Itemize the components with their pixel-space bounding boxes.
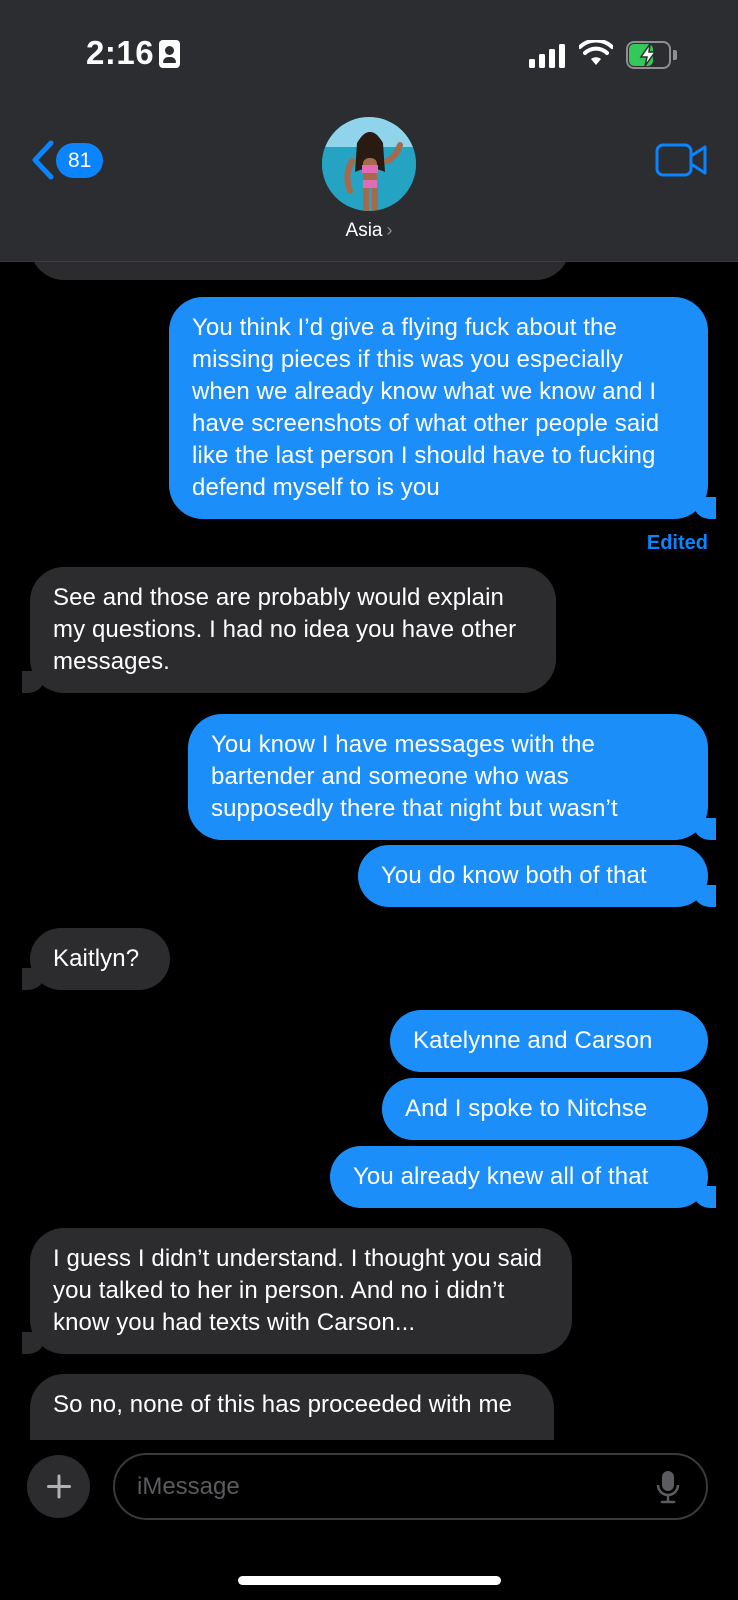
back-chevron-icon[interactable] bbox=[30, 140, 56, 180]
contact-name-button[interactable]: Asia › bbox=[0, 220, 738, 242]
battery-charging-icon bbox=[626, 41, 677, 69]
conversation-header: 2:16 81 Asia › bbox=[0, 0, 738, 262]
message-bubble-received[interactable]: Kaitlyn? bbox=[22, 928, 170, 990]
message-bubble-received[interactable]: See and those are probably would explain… bbox=[22, 567, 556, 693]
message-bubble-sent[interactable]: You already knew all of that bbox=[330, 1146, 716, 1208]
contact-name: Asia bbox=[345, 220, 383, 241]
message-bubble-received[interactable]: I guess I didn’t understand. I thought y… bbox=[22, 1228, 572, 1354]
plus-icon[interactable] bbox=[27, 1455, 90, 1518]
microphone-icon[interactable] bbox=[656, 1470, 680, 1504]
message-bubble-sent[interactable]: Katelynne and Carson bbox=[390, 1010, 708, 1072]
imessage-input[interactable] bbox=[113, 1453, 708, 1520]
message-bubble-sent[interactable]: You do know both of that bbox=[358, 845, 716, 907]
message-bubble-sent[interactable]: You think I’d give a flying fuck about t… bbox=[169, 297, 716, 519]
edited-label: Edited bbox=[646, 532, 708, 554]
focus-contact-icon bbox=[159, 40, 180, 68]
wifi-icon bbox=[579, 40, 613, 65]
contact-avatar[interactable] bbox=[322, 117, 416, 211]
home-indicator[interactable] bbox=[238, 1576, 501, 1585]
status-time: 2:16 bbox=[86, 34, 155, 71]
message-bubble-sent[interactable]: You know I have messages with the barten… bbox=[188, 714, 716, 840]
message-bubble-sent[interactable]: And I spoke to Nitchse bbox=[382, 1078, 708, 1140]
video-call-icon[interactable] bbox=[655, 143, 707, 177]
cellular-signal-icon bbox=[529, 42, 565, 68]
unread-count-badge[interactable]: 81 bbox=[56, 143, 104, 178]
chevron-right-icon: › bbox=[386, 220, 393, 240]
